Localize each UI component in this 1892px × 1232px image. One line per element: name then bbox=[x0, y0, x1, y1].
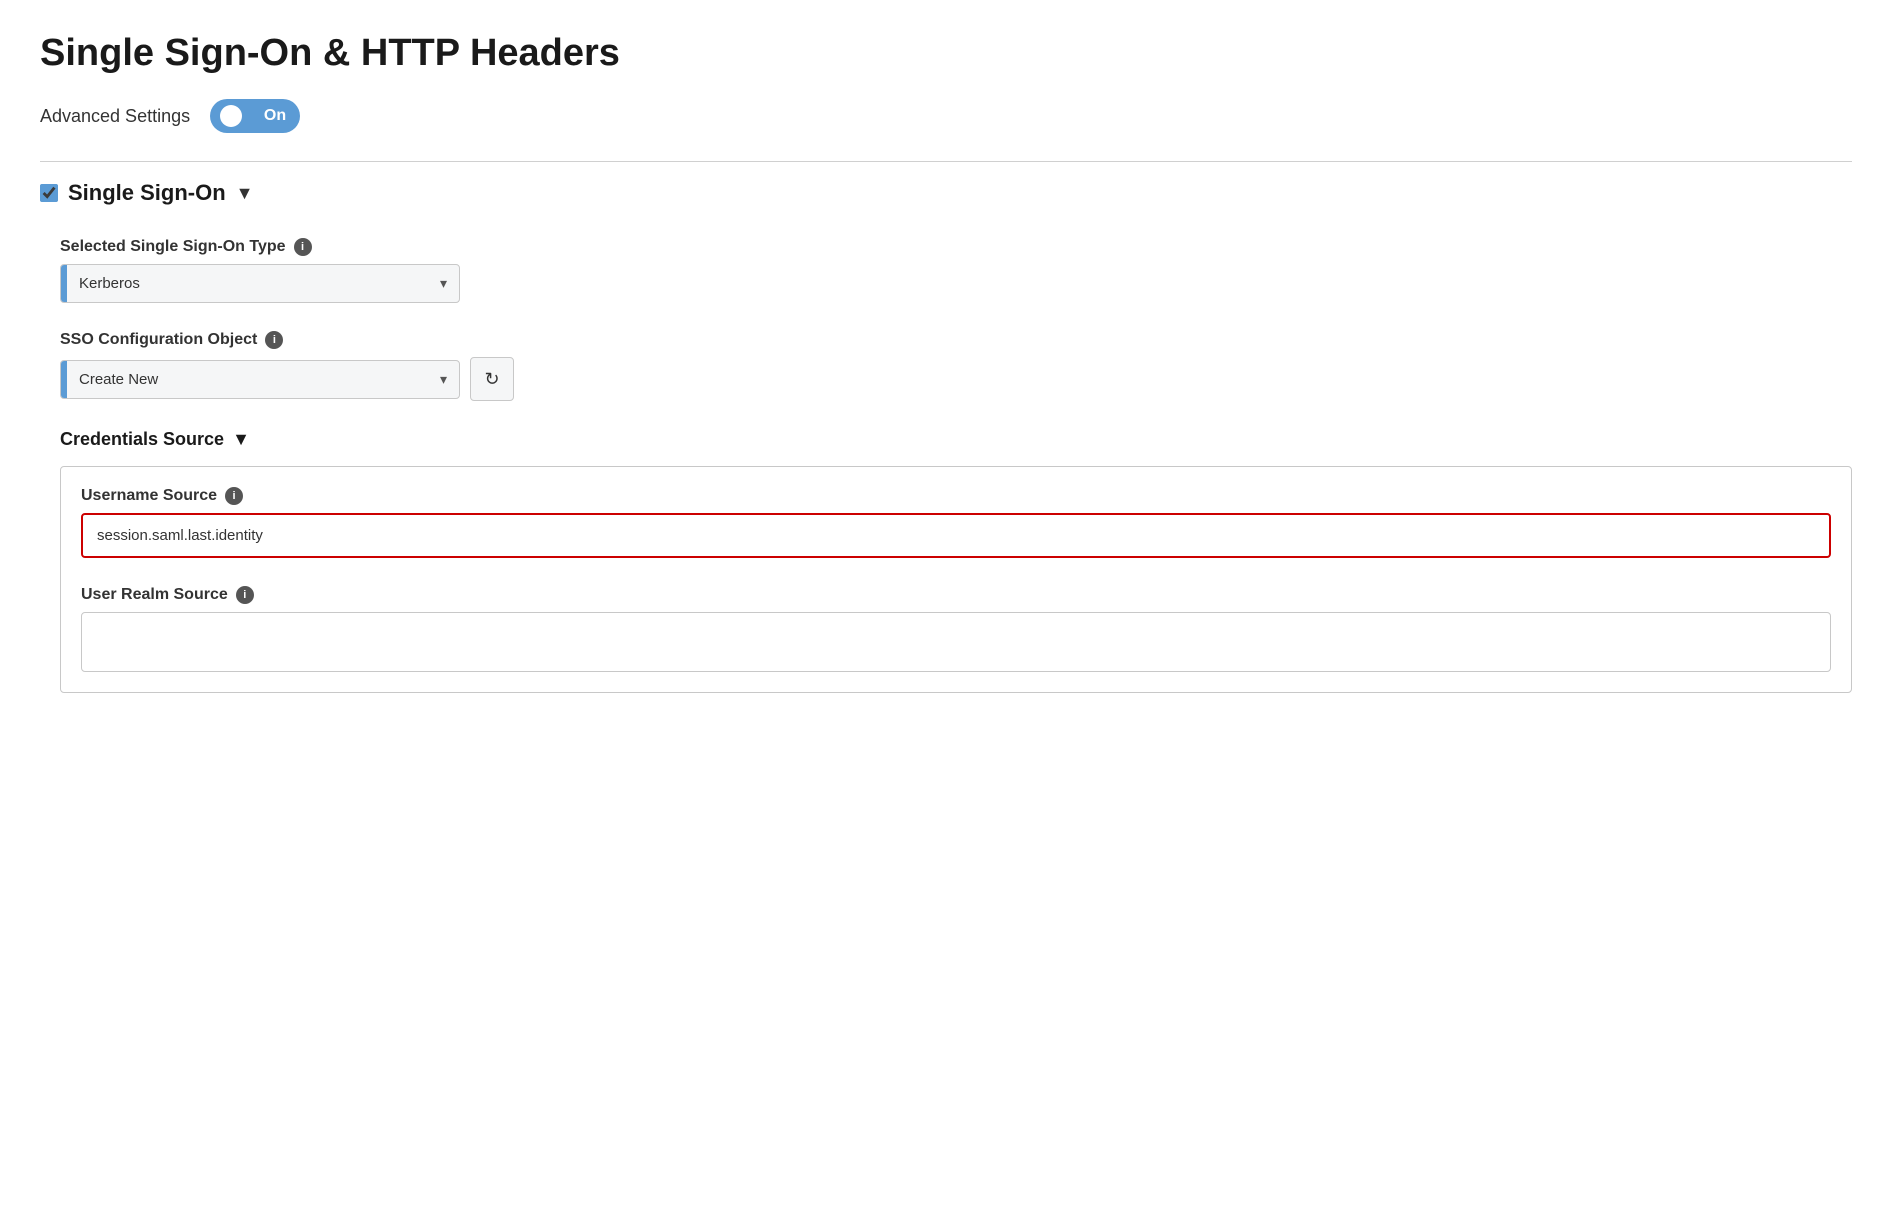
credentials-header: Credentials Source ▼ bbox=[60, 429, 1852, 450]
username-source-info-icon[interactable]: i bbox=[225, 487, 243, 505]
sso-checkbox[interactable] bbox=[40, 184, 58, 202]
credentials-box: Username Source i User Realm Source i bbox=[60, 466, 1852, 693]
sso-config-select[interactable]: Create New bbox=[67, 361, 428, 398]
sso-config-label-text: SSO Configuration Object bbox=[60, 331, 257, 349]
sso-config-chevron-icon: ▾ bbox=[428, 361, 459, 398]
user-realm-source-group: User Realm Source i bbox=[81, 586, 1831, 672]
credentials-title: Credentials Source bbox=[60, 429, 224, 450]
sso-config-info-icon[interactable]: i bbox=[265, 331, 283, 349]
user-realm-source-info-icon[interactable]: i bbox=[236, 586, 254, 604]
sso-form-section: Selected Single Sign-On Type i Kerberos … bbox=[40, 238, 1852, 693]
user-realm-source-label-text: User Realm Source bbox=[81, 586, 228, 604]
sso-config-refresh-button[interactable]: ↻ bbox=[470, 357, 514, 401]
sso-type-select[interactable]: Kerberos SAML NTLM bbox=[67, 265, 428, 302]
sso-chevron-icon[interactable]: ▼ bbox=[236, 183, 254, 204]
sso-type-info-icon[interactable]: i bbox=[294, 238, 312, 256]
advanced-settings-label: Advanced Settings bbox=[40, 106, 190, 127]
username-source-group: Username Source i bbox=[81, 487, 1831, 558]
credentials-section: Credentials Source ▼ Username Source i U… bbox=[60, 429, 1852, 693]
toggle-circle bbox=[220, 105, 242, 127]
sso-config-group: SSO Configuration Object i Create New ▾ … bbox=[60, 331, 1852, 401]
sso-type-select-wrapper: Kerberos SAML NTLM ▾ bbox=[60, 264, 460, 303]
advanced-settings-row: Advanced Settings On bbox=[40, 99, 1852, 133]
sso-type-label-text: Selected Single Sign-On Type bbox=[60, 238, 286, 256]
sso-type-label: Selected Single Sign-On Type i bbox=[60, 238, 1852, 256]
credentials-chevron-icon[interactable]: ▼ bbox=[232, 429, 250, 450]
sso-section-title: Single Sign-On bbox=[68, 180, 226, 206]
username-source-input[interactable] bbox=[81, 513, 1831, 558]
sso-section-header: Single Sign-On ▼ bbox=[40, 162, 1852, 206]
username-source-label: Username Source i bbox=[81, 487, 1831, 505]
user-realm-source-input[interactable] bbox=[81, 612, 1831, 672]
sso-type-chevron-icon: ▾ bbox=[428, 265, 459, 302]
sso-config-select-wrapper: Create New ▾ ↻ bbox=[60, 357, 1852, 401]
user-realm-source-label: User Realm Source i bbox=[81, 586, 1831, 604]
toggle-label: On bbox=[264, 107, 286, 125]
username-source-label-text: Username Source bbox=[81, 487, 217, 505]
sso-type-group: Selected Single Sign-On Type i Kerberos … bbox=[60, 238, 1852, 303]
advanced-settings-toggle[interactable]: On bbox=[210, 99, 300, 133]
sso-config-select-container: Create New ▾ bbox=[60, 360, 460, 399]
sso-config-label: SSO Configuration Object i bbox=[60, 331, 1852, 349]
page-title: Single Sign-On & HTTP Headers bbox=[40, 32, 1852, 75]
